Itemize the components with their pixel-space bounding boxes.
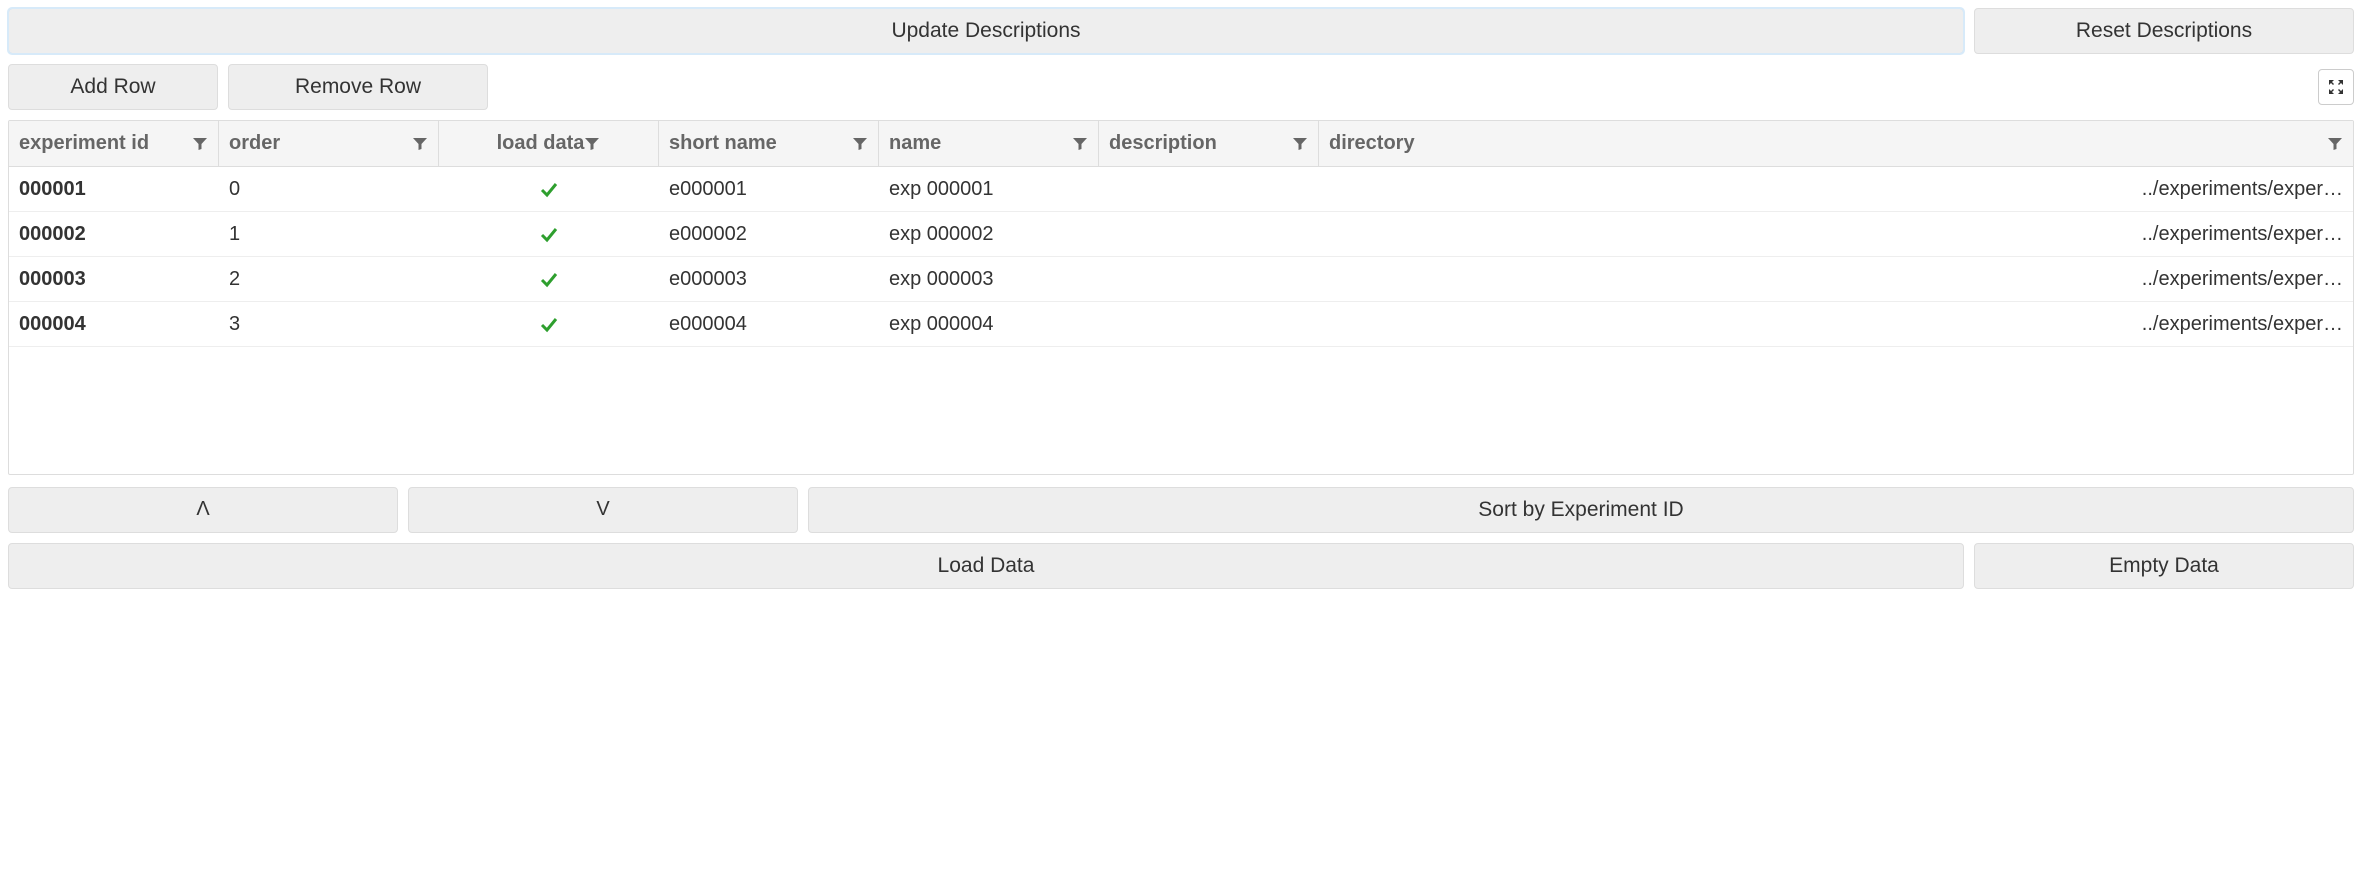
filter-icon[interactable] — [192, 136, 208, 152]
cell-directory[interactable]: ../experiments/exper… — [1319, 178, 2353, 201]
column-header-label: short name — [669, 132, 777, 155]
cell-directory[interactable]: ../experiments/exper… — [1319, 268, 2353, 291]
table-row[interactable]: 0000010 e000001exp 000001 ../experiments/e… — [9, 167, 2353, 212]
column-header-short-name[interactable]: short name — [659, 121, 879, 166]
column-header-label: description — [1109, 132, 1217, 155]
check-icon — [539, 314, 559, 334]
cell-short-name[interactable]: e000004 — [659, 313, 879, 336]
move-up-button[interactable]: Ʌ — [8, 487, 398, 533]
cell-directory[interactable]: ../experiments/exper… — [1319, 313, 2353, 336]
column-header-description[interactable]: description — [1099, 121, 1319, 166]
column-header-label: experiment id — [19, 132, 149, 155]
row-edit-button-row: Add Row Remove Row — [8, 64, 2354, 110]
update-descriptions-button[interactable]: Update Descriptions — [8, 8, 1964, 54]
cell-load-data[interactable] — [439, 224, 659, 244]
cell-order[interactable]: 3 — [219, 313, 439, 336]
load-data-button[interactable]: Load Data — [8, 543, 1964, 589]
remove-row-button[interactable]: Remove Row — [228, 64, 488, 110]
cell-order[interactable]: 2 — [219, 268, 439, 291]
column-header-name[interactable]: name — [879, 121, 1099, 166]
cell-load-data[interactable] — [439, 314, 659, 334]
cell-load-data[interactable] — [439, 269, 659, 289]
data-button-row: Load Data Empty Data — [8, 543, 2354, 589]
column-header-directory[interactable]: directory — [1319, 121, 2353, 166]
table-header-row: experiment id order load data short name… — [9, 121, 2353, 167]
table-row[interactable]: 0000032 e000003exp 000003 ../experiments/e… — [9, 257, 2353, 302]
column-header-label: order — [229, 132, 280, 155]
sort-by-experiment-id-button[interactable]: Sort by Experiment ID — [808, 487, 2354, 533]
filter-icon[interactable] — [412, 136, 428, 152]
sort-button-row: Ʌ V Sort by Experiment ID — [8, 487, 2354, 533]
column-header-load-data[interactable]: load data — [439, 121, 659, 166]
cell-name[interactable]: exp 000003 — [879, 268, 1099, 291]
check-icon — [539, 269, 559, 289]
cell-short-name[interactable]: e000003 — [659, 268, 879, 291]
empty-data-button[interactable]: Empty Data — [1974, 543, 2354, 589]
table-row[interactable]: 0000021 e000002exp 000002 ../experiments/e… — [9, 212, 2353, 257]
filter-icon[interactable] — [1292, 136, 1308, 152]
move-down-button[interactable]: V — [408, 487, 798, 533]
cell-name[interactable]: exp 000001 — [879, 178, 1099, 201]
cell-name[interactable]: exp 000002 — [879, 223, 1099, 246]
column-header-experiment-id[interactable]: experiment id — [9, 121, 219, 166]
filter-icon[interactable] — [584, 136, 600, 152]
add-row-button[interactable]: Add Row — [8, 64, 218, 110]
cell-experiment-id[interactable]: 000002 — [9, 223, 219, 246]
column-header-label: load data — [497, 132, 585, 155]
check-icon — [539, 224, 559, 244]
cell-name[interactable]: exp 000004 — [879, 313, 1099, 336]
cell-order[interactable]: 0 — [219, 178, 439, 201]
top-button-row: Update Descriptions Reset Descriptions — [8, 8, 2354, 54]
cell-load-data[interactable] — [439, 179, 659, 199]
cell-short-name[interactable]: e000002 — [659, 223, 879, 246]
column-header-label: name — [889, 132, 941, 155]
filter-icon[interactable] — [1072, 136, 1088, 152]
reset-descriptions-button[interactable]: Reset Descriptions — [1974, 8, 2354, 54]
cell-experiment-id[interactable]: 000003 — [9, 268, 219, 291]
expand-button[interactable] — [2318, 69, 2354, 105]
cell-short-name[interactable]: e000001 — [659, 178, 879, 201]
expand-icon — [2328, 79, 2344, 95]
cell-order[interactable]: 1 — [219, 223, 439, 246]
experiments-table: experiment id order load data short name… — [8, 120, 2354, 475]
table-body: 0000010 e000001exp 000001 ../experiments/e… — [9, 167, 2353, 474]
cell-experiment-id[interactable]: 000004 — [9, 313, 219, 336]
cell-directory[interactable]: ../experiments/exper… — [1319, 223, 2353, 246]
filter-icon[interactable] — [852, 136, 868, 152]
check-icon — [539, 179, 559, 199]
table-row[interactable]: 0000043 e000004exp 000004 ../experiments/e… — [9, 302, 2353, 347]
column-header-order[interactable]: order — [219, 121, 439, 166]
filter-icon[interactable] — [2327, 136, 2343, 152]
cell-experiment-id[interactable]: 000001 — [9, 178, 219, 201]
column-header-label: directory — [1329, 132, 1415, 155]
